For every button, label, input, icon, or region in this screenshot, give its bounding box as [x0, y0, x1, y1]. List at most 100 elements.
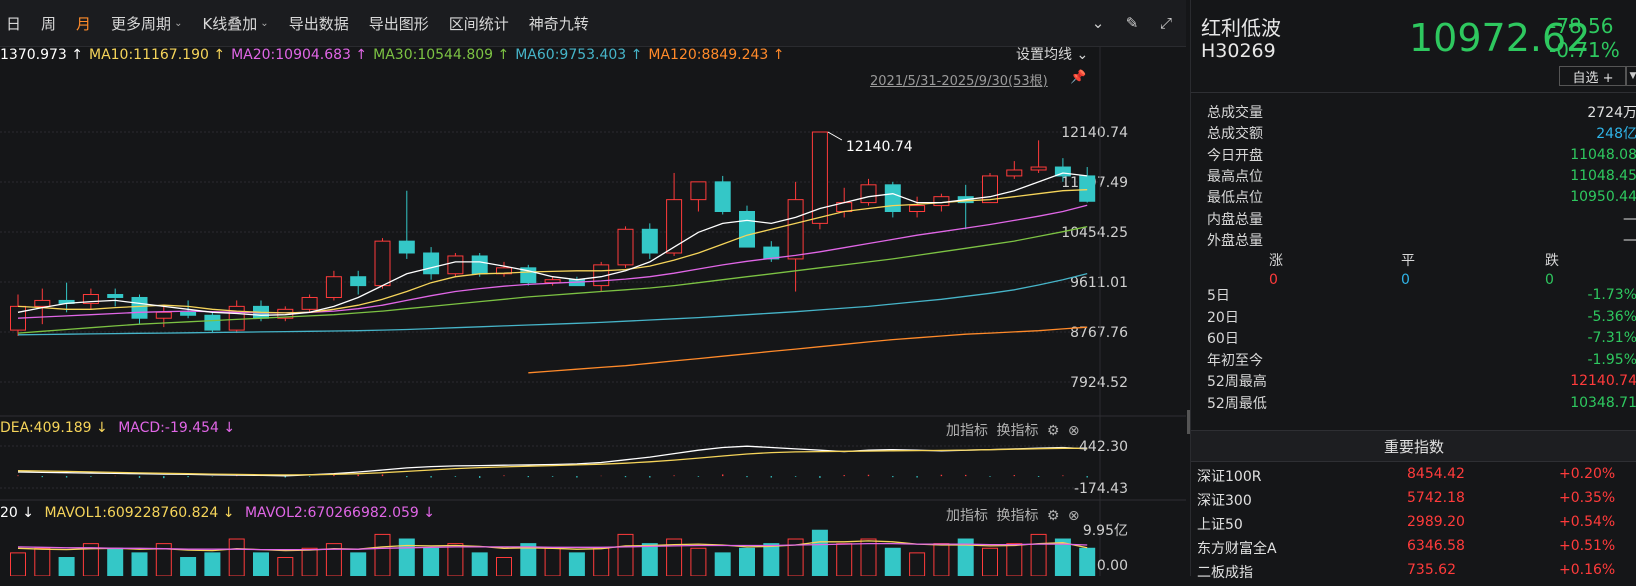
- ma-values-line: 1370.973 ↑ MA10:11167.190 ↑ MA20:10904.6…: [0, 44, 790, 66]
- index-row[interactable]: 二板成指 735.62 +0.16%: [1197, 562, 1636, 586]
- period-label: 52周最低: [1207, 395, 1267, 412]
- quote-panel: 红利低波 H30269 10972.62 -78.56 -0.71% 自选 + …: [1190, 0, 1636, 581]
- add-favorite-button[interactable]: 自选 +: [1559, 66, 1627, 86]
- candle-body: [1006, 169, 1023, 177]
- volume-bar: [34, 547, 51, 576]
- period-tab-label: 月: [76, 14, 92, 33]
- period-tab-1[interactable]: 周: [31, 0, 66, 46]
- period-tab-7[interactable]: 区间统计: [439, 0, 519, 46]
- volume-bar: [544, 547, 561, 576]
- volume-bar: [909, 552, 926, 576]
- candle-body: [447, 255, 464, 275]
- price-axis-tick: 7924.52: [1070, 375, 1128, 391]
- switch-indicator-button[interactable]: 换指标: [996, 423, 1038, 439]
- chevron-circle-icon[interactable]: ⌄: [1088, 13, 1108, 33]
- candle-body: [617, 228, 634, 266]
- ma-settings-button[interactable]: 设置均线 ⌄: [1016, 44, 1088, 66]
- macd-values: DEA:409.189 ↓ MACD:-19.454 ↓: [0, 420, 235, 436]
- stat-value: 248亿: [1596, 126, 1636, 143]
- gear-icon[interactable]: ⚙: [1047, 508, 1060, 524]
- volume-bar: [1079, 547, 1096, 576]
- period-tab-label: 更多周期: [111, 14, 172, 33]
- index-row[interactable]: 深证100R 8454.42 +0.20%: [1197, 466, 1636, 490]
- index-name: 上证50: [1197, 517, 1243, 533]
- stat-label: 外盘总量: [1207, 232, 1263, 249]
- period-tab-3[interactable]: 更多周期 ⌄: [101, 0, 192, 46]
- volume-bar: [423, 547, 440, 576]
- period-row: 52周最低 10348.71: [1207, 392, 1636, 414]
- ma30-value: MA30:10544.809 ↑: [373, 47, 510, 63]
- index-price: 2989.20: [1407, 514, 1465, 530]
- volume-bar: [180, 557, 197, 576]
- volume-bar: [398, 538, 415, 576]
- candle-body: [1030, 166, 1047, 171]
- add-indicator-button[interactable]: 加指标: [946, 423, 988, 439]
- volume-bar: [593, 547, 610, 576]
- chevron-down-icon: ⌄: [260, 17, 269, 29]
- index-change: +0.54%: [1559, 514, 1616, 530]
- candle-body: [350, 276, 367, 287]
- period-tab-label: 周: [41, 14, 57, 33]
- index-change: +0.35%: [1559, 490, 1616, 506]
- dea-value: DEA:409.189 ↓: [0, 420, 108, 436]
- volume-bar: [10, 552, 26, 576]
- mavol2-value: MAVOL2:670266982.059 ↓: [244, 505, 436, 521]
- volume-bar: [860, 538, 877, 576]
- index-row[interactable]: 东方财富全A 6346.58 +0.51%: [1197, 538, 1636, 562]
- brush-icon[interactable]: ✎: [1122, 13, 1142, 33]
- period-tab-8[interactable]: 神奇九转: [519, 0, 599, 46]
- favorite-dropdown-icon[interactable]: ▼: [1625, 66, 1636, 86]
- toolbar-actions: ⌄ ✎ ⤢: [1088, 0, 1176, 46]
- pin-icon[interactable]: 📌: [1070, 70, 1086, 85]
- close-icon[interactable]: ⊗: [1068, 423, 1080, 439]
- period-row: 5日 -1.73%: [1207, 284, 1636, 306]
- flat-count-label: 平: [1401, 253, 1415, 269]
- fullscreen-icon[interactable]: ⤢: [1156, 13, 1176, 33]
- period-value: 10348.71: [1570, 394, 1636, 411]
- close-icon[interactable]: ⊗: [1068, 508, 1080, 524]
- candle-body: [228, 305, 245, 331]
- candle-body: [107, 294, 124, 298]
- candle-body: [131, 296, 148, 319]
- volume-bar: [836, 543, 853, 576]
- switch-indicator-button[interactable]: 换指标: [996, 508, 1038, 524]
- period-tab-6[interactable]: 导出图形: [359, 0, 439, 46]
- volume-bar: [739, 547, 755, 576]
- candle-body: [714, 181, 731, 212]
- gear-icon[interactable]: ⚙: [1047, 423, 1060, 439]
- index-name: 深证300: [1197, 493, 1252, 509]
- ma5-value: 1370.973 ↑: [0, 47, 83, 63]
- volume-bar: [617, 533, 634, 576]
- candle-body: [909, 205, 926, 212]
- volume-bar: [471, 552, 488, 576]
- period-tab-4[interactable]: K线叠加 ⌄: [192, 0, 278, 46]
- index-row[interactable]: 上证50 2989.20 +0.54%: [1197, 514, 1636, 538]
- candle-body: [180, 311, 197, 316]
- index-change: +0.20%: [1559, 466, 1616, 482]
- period-tab-label: 神奇九转: [528, 14, 589, 33]
- stat-row: 最低点位 10950.44: [1207, 186, 1636, 208]
- vol-axis-bottom: 0.00: [1097, 558, 1128, 574]
- period-label: 5日: [1207, 288, 1230, 304]
- price-axis-tick: 12140.74: [1061, 125, 1128, 141]
- add-indicator-button[interactable]: 加指标: [946, 508, 988, 524]
- index-row[interactable]: 深证300 5742.18 +0.35%: [1197, 490, 1636, 514]
- stock-code: H30269: [1201, 40, 1276, 62]
- candle-body: [544, 279, 561, 284]
- chevron-down-icon: ⌄: [174, 17, 183, 29]
- period-tab-2[interactable]: 月: [66, 0, 101, 46]
- index-price: 5742.18: [1407, 490, 1465, 506]
- period-value: 12140.74: [1570, 373, 1636, 389]
- period-toolbar: 日周月更多周期 ⌄ K线叠加 ⌄ 导出数据 导出图形 区间统计 神奇九转 ⌄ ✎ ⤢: [0, 0, 1186, 47]
- volume-bar: [301, 547, 318, 576]
- vol-prefix: 20 ↓: [0, 505, 34, 521]
- stock-name: 红利低波: [1201, 16, 1281, 40]
- period-tab-0[interactable]: 日: [0, 0, 31, 46]
- vol-values: 20 ↓ MAVOL1:609228760.824 ↓ MAVOL2:67026…: [0, 505, 435, 521]
- period-value: -5.36%: [1587, 308, 1636, 325]
- volume-bar: [253, 552, 269, 576]
- volume-bar: [811, 529, 828, 576]
- date-range-label[interactable]: 2021/5/31-2025/9/30(53根): [870, 70, 1048, 89]
- period-tab-5[interactable]: 导出数据: [279, 0, 359, 46]
- period-row: 20日 -5.36%: [1207, 306, 1636, 328]
